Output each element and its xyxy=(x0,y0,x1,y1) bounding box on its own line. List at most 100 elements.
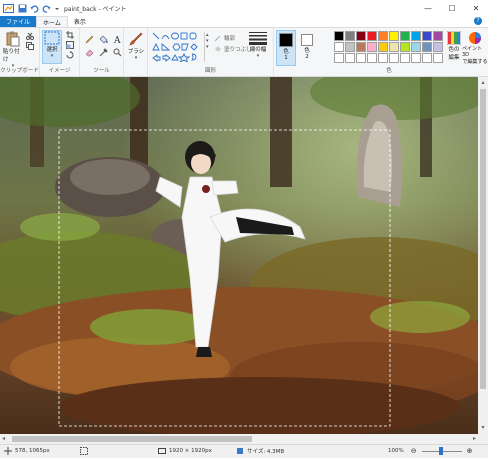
crop-button[interactable] xyxy=(66,31,74,39)
zoom-slider-thumb[interactable] xyxy=(438,447,443,455)
edit-colors-line1: 色の xyxy=(448,47,460,53)
color2-button[interactable]: 色 2 xyxy=(298,30,316,66)
color-swatch[interactable] xyxy=(400,53,410,63)
color-swatch[interactable] xyxy=(433,31,443,41)
edit-colors-line2: 編集 xyxy=(448,55,460,61)
color-swatch[interactable] xyxy=(367,53,377,63)
undo-icon[interactable] xyxy=(30,4,39,13)
minimize-button[interactable]: — xyxy=(416,0,440,16)
paint3d-line1: ペイント 3D xyxy=(462,46,483,58)
color-swatch[interactable] xyxy=(378,42,388,52)
color-swatch[interactable] xyxy=(334,31,344,41)
fill-bucket-icon[interactable] xyxy=(99,35,108,44)
color-swatch[interactable] xyxy=(378,53,388,63)
clipboard-group-label: クリップボード xyxy=(0,68,39,74)
shapes-group-label: 図形 xyxy=(204,68,216,74)
color-swatch[interactable] xyxy=(356,53,366,63)
color-swatch[interactable] xyxy=(411,42,421,52)
color-swatch[interactable] xyxy=(389,53,399,63)
rotate-icon xyxy=(66,51,74,59)
color-swatch[interactable] xyxy=(433,53,443,63)
brushes-group: ブラシ ▾ xyxy=(124,28,148,76)
rotate-button[interactable] xyxy=(66,51,74,59)
window-title: paint_back - ペイント xyxy=(64,5,127,13)
pencil-icon[interactable] xyxy=(85,35,94,44)
color-swatch[interactable] xyxy=(345,42,355,52)
paste-button[interactable]: 貼り付け ▾ xyxy=(3,31,23,69)
magnifier-icon[interactable] xyxy=(113,48,122,57)
close-button[interactable]: ✕ xyxy=(464,0,488,16)
color1-num: 1 xyxy=(284,55,288,61)
horizontal-scrollbar[interactable]: ◂ ▸ xyxy=(0,434,478,444)
color-swatch[interactable] xyxy=(356,42,366,52)
copy-icon xyxy=(26,42,34,50)
color1-button[interactable]: 色 1 xyxy=(276,30,296,66)
color-swatch[interactable] xyxy=(378,31,388,41)
file-size-icon xyxy=(237,448,243,454)
color-swatch[interactable] xyxy=(422,42,432,52)
color2-swatch xyxy=(301,34,313,46)
redo-icon[interactable] xyxy=(42,4,51,13)
copy-button[interactable] xyxy=(26,42,34,50)
color-swatch[interactable] xyxy=(400,42,410,52)
maximize-button[interactable]: ☐ xyxy=(440,0,464,16)
color-swatch[interactable] xyxy=(367,42,377,52)
colors-group-label: 色 xyxy=(386,68,392,74)
brushes-button[interactable]: ブラシ ▾ xyxy=(126,31,146,61)
tab-file[interactable]: ファイル xyxy=(0,16,37,27)
zoom-in-button[interactable]: ⊕ xyxy=(467,447,473,455)
line-width-icon xyxy=(249,32,267,45)
save-icon[interactable] xyxy=(18,4,27,13)
canvas-image[interactable] xyxy=(0,77,478,434)
color-swatch[interactable] xyxy=(389,31,399,41)
color-wheel-icon xyxy=(447,31,461,45)
tab-view[interactable]: 表示 xyxy=(68,16,92,27)
title-bar: paint_back - ペイント — ☐ ✕ xyxy=(0,0,488,16)
size-button[interactable]: 線の幅 ▾ xyxy=(246,31,270,59)
color-swatch[interactable] xyxy=(334,53,344,63)
vertical-scroll-thumb[interactable] xyxy=(480,89,486,389)
selection-size-icon xyxy=(80,447,88,455)
brush-icon xyxy=(129,32,143,46)
cut-button[interactable] xyxy=(26,32,34,40)
horizontal-scroll-thumb[interactable] xyxy=(12,436,252,442)
tools-group-label: ツール xyxy=(93,68,110,74)
fill-icon xyxy=(215,46,221,52)
help-icon[interactable]: ? xyxy=(474,17,482,25)
tab-home[interactable]: ホーム xyxy=(36,16,68,27)
paste-icon xyxy=(6,31,20,47)
canvas-area[interactable] xyxy=(0,77,478,434)
color2-num: 2 xyxy=(305,54,309,60)
color2-label: 色 xyxy=(304,48,310,54)
image-size-icon xyxy=(158,448,166,454)
color-swatch[interactable] xyxy=(400,31,410,41)
color-swatch[interactable] xyxy=(422,53,432,63)
vertical-scrollbar[interactable]: ▴ ▾ xyxy=(478,77,488,434)
paint-app-icon xyxy=(3,3,14,13)
zoom-slider[interactable] xyxy=(421,447,462,455)
color-swatch[interactable] xyxy=(389,42,399,52)
color-swatch[interactable] xyxy=(334,42,344,52)
color-swatch[interactable] xyxy=(345,31,355,41)
eraser-icon[interactable] xyxy=(85,48,94,57)
color-swatch[interactable] xyxy=(367,31,377,41)
outline-button[interactable]: 輪郭 xyxy=(214,34,235,42)
edit-colors-button[interactable]: 色の 編集 xyxy=(445,31,463,61)
color-swatch[interactable] xyxy=(433,42,443,52)
select-button[interactable]: 選択 ▾ xyxy=(42,30,62,64)
paint3d-button[interactable]: ペイント 3D で編集する xyxy=(462,31,488,65)
color-swatch[interactable] xyxy=(411,31,421,41)
zoom-out-button[interactable]: ⊖ xyxy=(411,447,417,455)
color-swatch[interactable] xyxy=(345,53,355,63)
color-swatch[interactable] xyxy=(422,31,432,41)
resize-button[interactable] xyxy=(66,41,74,49)
image-group-label: イメージ xyxy=(48,68,71,74)
color-palette xyxy=(334,31,443,63)
text-icon[interactable]: A xyxy=(113,35,122,44)
shapes-gallery[interactable] xyxy=(152,32,202,62)
color-swatch[interactable] xyxy=(411,53,421,63)
color-picker-icon[interactable] xyxy=(99,48,108,57)
color-swatch[interactable] xyxy=(356,31,366,41)
clipboard-group: 貼り付け ▾ クリップボード xyxy=(0,28,40,76)
customize-quick-access-icon[interactable] xyxy=(54,4,60,13)
